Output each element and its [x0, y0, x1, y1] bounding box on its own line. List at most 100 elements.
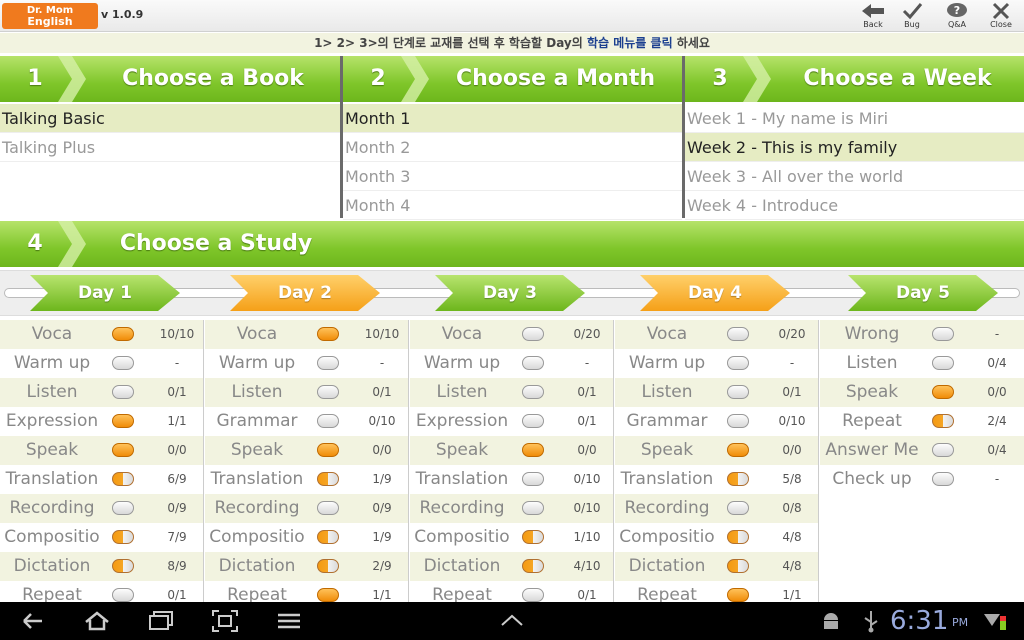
study-item-row[interactable]: Warm up - — [615, 349, 818, 378]
menu-icon[interactable] — [274, 608, 304, 634]
study-item-score: 5/8 — [782, 472, 802, 486]
study-item-row[interactable]: Speak 0/0 — [0, 436, 203, 465]
study-item-row[interactable]: Repeat 2/4 — [820, 407, 1024, 436]
study-item-row[interactable]: Compositio 1/10 — [410, 523, 613, 552]
chevron-up-icon[interactable] — [497, 608, 527, 634]
study-item-row[interactable]: Speak 0/0 — [615, 436, 818, 465]
bug-button-label: Bug — [904, 20, 920, 29]
day-tab-4[interactable]: Day 4 — [640, 275, 790, 311]
study-item-row[interactable]: Warm up - — [410, 349, 613, 378]
study-item-row[interactable]: Grammar 0/10 — [205, 407, 408, 436]
week-list-item[interactable]: Week 3 - All over the world — [685, 162, 1024, 191]
study-item-row[interactable]: Voca 10/10 — [0, 320, 203, 349]
month-list-item[interactable]: Month 4 — [343, 191, 682, 220]
progress-toggle-icon — [112, 356, 134, 370]
day-tab-1[interactable]: Day 1 — [30, 275, 180, 311]
study-item-name: Voca — [31, 324, 73, 344]
week-list-item[interactable]: Week 1 - My name is Miri — [685, 104, 1024, 133]
study-item-row[interactable]: Listen 0/1 — [205, 378, 408, 407]
study-item-score: 0/20 — [573, 327, 601, 341]
week-list: Week 1 - My name is Miri Week 2 - This is… — [685, 104, 1024, 220]
study-item-row[interactable]: Repeat 0/1 — [410, 581, 613, 602]
study-item-row[interactable]: Translation 6/9 — [0, 465, 203, 494]
study-item-row[interactable]: Recording 0/8 — [615, 494, 818, 523]
study-item-row[interactable]: Listen 0/1 — [615, 378, 818, 407]
study-item-row[interactable]: Voca 0/20 — [410, 320, 613, 349]
study-item-row[interactable]: Translation 5/8 — [615, 465, 818, 494]
study-item-row[interactable]: Voca 0/20 — [615, 320, 818, 349]
study-item-score: 2/9 — [372, 559, 392, 573]
recent-apps-icon[interactable] — [146, 608, 176, 634]
study-item-row[interactable]: Compositio 1/9 — [205, 523, 408, 552]
study-item-row[interactable]: Repeat 1/1 — [615, 581, 818, 602]
study-item-score: 2/4 — [987, 414, 1007, 428]
study-item-row[interactable]: Speak 0/0 — [410, 436, 613, 465]
study-item-row[interactable]: Translation 1/9 — [205, 465, 408, 494]
study-item-score: - — [584, 356, 590, 370]
study-item-row[interactable]: Wrong - — [820, 320, 1024, 349]
day-tab-label: Day 1 — [78, 283, 132, 303]
study-item-name: Recording — [9, 498, 95, 518]
study-item-score: 1/1 — [782, 588, 802, 602]
study-item-row[interactable]: Answer Me 0/4 — [820, 436, 1024, 465]
screenshot-icon[interactable] — [210, 608, 240, 634]
study-item-row[interactable]: Warm up - — [205, 349, 408, 378]
qa-button[interactable]: ? Q&A — [938, 2, 976, 30]
back-arrow-icon — [862, 4, 884, 18]
month-list-item[interactable]: Month 2 — [343, 133, 682, 162]
progress-toggle-icon — [112, 588, 134, 602]
study-item-row[interactable]: Voca 10/10 — [205, 320, 408, 349]
study-item-name: Speak — [435, 440, 489, 460]
study-item-row[interactable]: Dictation 8/9 — [0, 552, 203, 581]
study-item-name: Speak — [845, 382, 899, 402]
qa-button-label: Q&A — [947, 20, 966, 29]
week-list-item[interactable]: Week 4 - Introduce — [685, 191, 1024, 220]
study-item-row[interactable]: Speak 0/0 — [205, 436, 408, 465]
book-list-item[interactable]: Talking Plus — [0, 133, 340, 162]
study-item-row[interactable]: Recording 0/10 — [410, 494, 613, 523]
usb-icon — [864, 611, 878, 633]
study-item-name: Repeat — [22, 585, 82, 602]
back-button[interactable]: Back — [854, 2, 892, 30]
week-section-header: 3 Choose a Week — [685, 56, 1024, 102]
study-item-row[interactable]: Repeat 1/1 — [205, 581, 408, 602]
book-list-item[interactable]: Talking Basic — [0, 104, 340, 133]
study-item-score: - — [994, 472, 1000, 486]
month-list-item[interactable]: Month 1 — [343, 104, 682, 133]
study-item-row[interactable]: Expression 1/1 — [0, 407, 203, 436]
progress-toggle-icon — [317, 588, 339, 602]
study-item-row[interactable]: Compositio 4/8 — [615, 523, 818, 552]
home-nav-icon[interactable] — [82, 608, 112, 634]
study-item-row[interactable]: Speak 0/0 — [820, 378, 1024, 407]
progress-toggle-icon — [317, 501, 339, 515]
bug-button[interactable]: Bug — [893, 2, 931, 30]
study-item-name: Warm up — [13, 353, 91, 373]
back-nav-icon[interactable] — [18, 608, 48, 634]
study-item-row[interactable]: Grammar 0/10 — [615, 407, 818, 436]
progress-toggle-icon — [522, 443, 544, 457]
month-list-item[interactable]: Month 3 — [343, 162, 682, 191]
study-item-row[interactable]: Translation 0/10 — [410, 465, 613, 494]
study-item-row[interactable]: Compositio 7/9 — [0, 523, 203, 552]
study-item-row[interactable]: Listen 0/1 — [410, 378, 613, 407]
study-item-row[interactable]: Expression 0/1 — [410, 407, 613, 436]
day-tab-3[interactable]: Day 3 — [435, 275, 585, 311]
study-item-row[interactable]: Listen 0/1 — [0, 378, 203, 407]
study-item-row[interactable]: Dictation 4/8 — [615, 552, 818, 581]
study-item-row[interactable]: Repeat 0/1 — [0, 581, 203, 602]
study-item-row[interactable]: Check up - — [820, 465, 1024, 494]
study-item-row[interactable]: Dictation 4/10 — [410, 552, 613, 581]
study-item-row[interactable]: Recording 0/9 — [0, 494, 203, 523]
study-item-row[interactable]: Dictation 2/9 — [205, 552, 408, 581]
chevron-right-icon — [401, 56, 429, 102]
close-button[interactable]: Close — [982, 2, 1020, 30]
week-list-item[interactable]: Week 2 - This is my family — [685, 133, 1024, 162]
study-item-row[interactable]: Recording 0/9 — [205, 494, 408, 523]
study-item-name: Speak — [640, 440, 694, 460]
study-item-row[interactable]: Warm up - — [0, 349, 203, 378]
study-item-row[interactable]: Listen 0/4 — [820, 349, 1024, 378]
study-item-name: Voca — [646, 324, 688, 344]
study-item-score: 1/9 — [372, 472, 392, 486]
day-tab-5[interactable]: Day 5 — [848, 275, 998, 311]
day-tab-2[interactable]: Day 2 — [230, 275, 380, 311]
